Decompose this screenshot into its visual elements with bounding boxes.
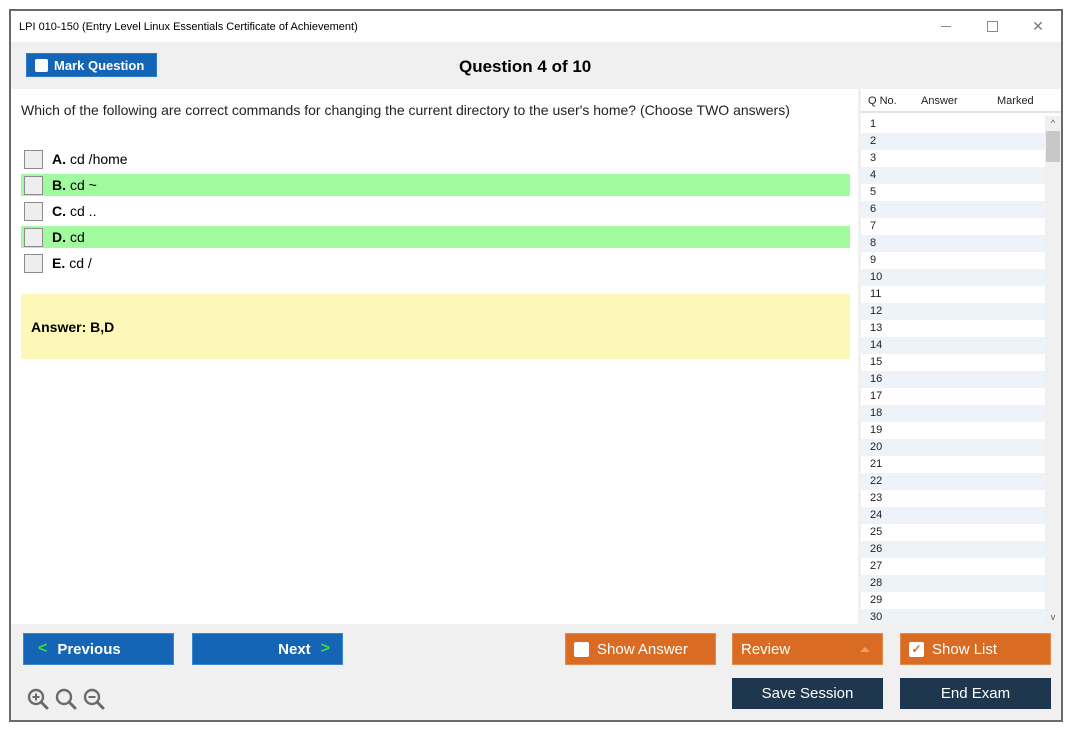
question-list-row[interactable]: 2 — [861, 133, 1045, 150]
question-list-row[interactable]: 1 — [861, 116, 1045, 133]
question-list-row[interactable]: 16 — [861, 371, 1045, 388]
question-list-row[interactable]: 19 — [861, 422, 1045, 439]
show-list-button[interactable]: ✓ Show List — [900, 633, 1051, 665]
close-button[interactable]: ✕ — [1023, 15, 1053, 37]
next-label: Next — [278, 640, 311, 658]
zoom-reset-icon[interactable] — [55, 688, 77, 710]
question-list-row[interactable]: 14 — [861, 337, 1045, 354]
question-list-row[interactable]: 26 — [861, 541, 1045, 558]
option-text: cd — [70, 229, 85, 245]
question-list-row[interactable]: 18 — [861, 405, 1045, 422]
maximize-button[interactable] — [977, 15, 1007, 37]
caret-up-icon — [860, 647, 870, 652]
question-list-row[interactable]: 15 — [861, 354, 1045, 371]
question-list-row[interactable]: 25 — [861, 524, 1045, 541]
question-list-rows: 1 2 3 4 5 6 7 8 9 10 11 12 13 14 15 16 17 18 19 20 21 22 23 24 2… — [861, 116, 1045, 624]
minimize-button[interactable] — [931, 15, 961, 37]
close-icon: ✕ — [1032, 17, 1044, 34]
minimize-icon — [941, 25, 951, 27]
show-answer-button[interactable]: Show Answer — [565, 633, 716, 665]
option-text: cd .. — [70, 203, 97, 219]
question-list-row[interactable]: 23 — [861, 490, 1045, 507]
question-list-row[interactable]: 22 — [861, 473, 1045, 490]
question-list-row[interactable]: 30 — [861, 609, 1045, 624]
option-letter: E. — [52, 255, 66, 271]
show-list-label: Show List — [932, 640, 998, 658]
option-c[interactable]: C. cd .. — [21, 200, 850, 222]
zoom-out-icon[interactable] — [83, 688, 105, 710]
previous-label: Previous — [57, 640, 121, 658]
option-e[interactable]: E. cd / — [21, 252, 850, 274]
question-list-row[interactable]: 21 — [861, 456, 1045, 473]
mark-question-button[interactable]: Mark Question — [26, 53, 157, 77]
question-list-row[interactable]: 11 — [861, 286, 1045, 303]
column-header-marked[interactable]: Marked — [997, 95, 1034, 107]
chevron-right-icon: > — [320, 640, 330, 657]
review-label: Review — [741, 640, 791, 658]
option-checkbox[interactable] — [24, 175, 43, 195]
question-list-row[interactable]: 20 — [861, 439, 1045, 456]
option-letter: D. — [52, 229, 66, 245]
scroll-thumb[interactable] — [1046, 131, 1060, 162]
question-list: Q No. Answer Marked 1 2 3 4 5 6 7 8 9 10 11 12 13 14 1… — [861, 89, 1061, 624]
question-list-row[interactable]: 24 — [861, 507, 1045, 524]
option-letter: B. — [52, 177, 66, 193]
option-a[interactable]: A. cd /home — [21, 148, 850, 170]
chevron-left-icon: < — [38, 640, 48, 657]
answer-box: Answer: B,D — [21, 294, 850, 359]
question-list-row[interactable]: 29 — [861, 592, 1045, 609]
scroll-up-icon[interactable]: ^ — [1045, 116, 1061, 130]
question-list-row[interactable]: 8 — [861, 235, 1045, 252]
question-list-row[interactable]: 3 — [861, 150, 1045, 167]
question-list-row[interactable]: 17 — [861, 388, 1045, 405]
option-letter: C. — [52, 203, 66, 219]
option-checkbox[interactable] — [24, 253, 43, 273]
app-window: LPI 010-150 (Entry Level Linux Essential… — [9, 9, 1063, 722]
question-list-row[interactable]: 12 — [861, 303, 1045, 320]
question-list-scrollbar[interactable]: ^ v — [1045, 116, 1061, 624]
question-list-row[interactable]: 6 — [861, 201, 1045, 218]
option-checkbox[interactable] — [24, 227, 43, 247]
show-answer-label: Show Answer — [597, 640, 688, 658]
window-title: LPI 010-150 (Entry Level Linux Essential… — [19, 21, 358, 33]
option-text: cd / — [69, 255, 92, 271]
question-text: Which of the following are correct comma… — [21, 102, 790, 118]
question-list-row[interactable]: 4 — [861, 167, 1045, 184]
option-b[interactable]: B. cd ~ — [21, 174, 850, 196]
question-list-row[interactable]: 7 — [861, 218, 1045, 235]
zoom-in-icon[interactable] — [27, 688, 49, 710]
save-session-button[interactable]: Save Session — [732, 678, 883, 709]
option-checkbox[interactable] — [24, 149, 43, 169]
question-panel: Which of the following are correct comma… — [11, 89, 858, 624]
question-list-header: Q No. Answer Marked — [861, 89, 1061, 113]
show-list-checkbox[interactable]: ✓ — [909, 641, 924, 657]
column-header-answer[interactable]: Answer — [921, 95, 958, 107]
option-text: cd ~ — [70, 177, 97, 193]
review-dropdown[interactable]: Review — [732, 633, 883, 665]
option-text: cd /home — [70, 151, 128, 167]
next-button[interactable]: Next > — [192, 633, 343, 665]
question-counter: Question 4 of 10 — [459, 57, 592, 76]
end-exam-button[interactable]: End Exam — [900, 678, 1051, 709]
question-list-row[interactable]: 5 — [861, 184, 1045, 201]
mark-question-label: Mark Question — [54, 57, 145, 73]
question-list-row[interactable]: 28 — [861, 575, 1045, 592]
column-header-qno[interactable]: Q No. — [868, 95, 897, 107]
question-list-row[interactable]: 10 — [861, 269, 1045, 286]
maximize-icon — [986, 20, 998, 32]
zoom-controls — [27, 688, 105, 710]
previous-button[interactable]: < Previous — [23, 633, 174, 665]
option-letter: A. — [52, 151, 66, 167]
question-list-row[interactable]: 27 — [861, 558, 1045, 575]
checkmark-icon: ✓ — [911, 642, 922, 656]
option-checkbox[interactable] — [24, 201, 43, 221]
option-d[interactable]: D. cd — [21, 226, 850, 248]
show-answer-checkbox[interactable] — [574, 641, 589, 657]
scroll-down-icon[interactable]: v — [1045, 610, 1061, 624]
question-list-row[interactable]: 13 — [861, 320, 1045, 337]
mark-question-checkbox[interactable] — [35, 58, 48, 72]
title-bar: LPI 010-150 (Entry Level Linux Essential… — [11, 11, 1061, 42]
question-list-row[interactable]: 9 — [861, 252, 1045, 269]
